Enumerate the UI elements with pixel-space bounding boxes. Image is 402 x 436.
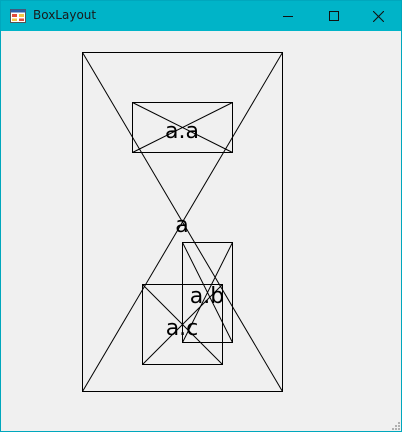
box-a-c-label: a.c (166, 316, 199, 341)
box-a-b-label: a.b (190, 284, 224, 309)
box-layout-canvas: a a.a a.b a.c (82, 52, 283, 392)
client-area: a a.a a.b a.c (1, 31, 401, 431)
close-button[interactable] (355, 1, 401, 31)
window-title: BoxLayout (33, 8, 97, 22)
box-a-label: a (175, 213, 188, 238)
title-bar[interactable]: BoxLayout (1, 1, 401, 31)
close-icon (372, 10, 384, 22)
box-a-a-label: a.a (165, 119, 199, 144)
window: BoxLayout a a.a a.b a.c (0, 0, 402, 432)
maximize-icon (329, 11, 339, 21)
resize-grip-icon[interactable] (389, 419, 401, 431)
minimize-icon (283, 16, 293, 17)
form-app-icon (10, 9, 26, 23)
maximize-button[interactable] (311, 1, 357, 31)
minimize-button[interactable] (265, 1, 311, 31)
